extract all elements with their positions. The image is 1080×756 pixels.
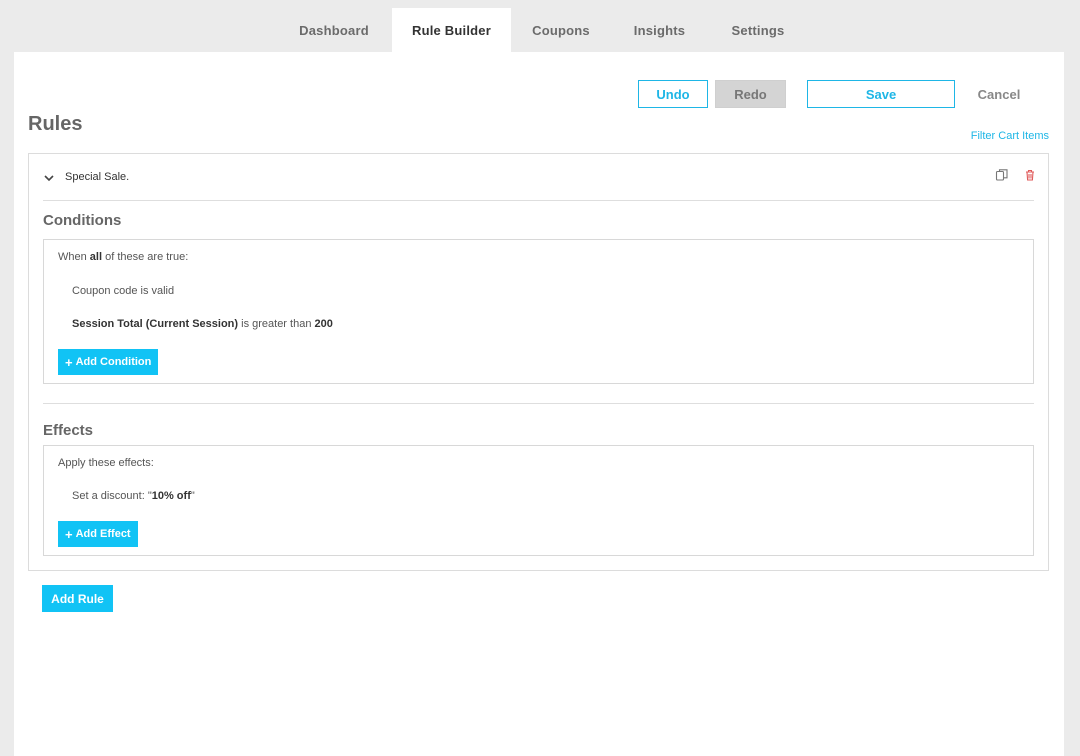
tab-rule-builder[interactable]: Rule Builder xyxy=(392,8,511,52)
effects-title: Effects xyxy=(43,422,94,439)
conditions-box: When all of these are true: Coupon code … xyxy=(43,239,1034,384)
rule-header: Special Sale. xyxy=(29,154,1048,200)
tab-bar: Dashboard Rule Builder Coupons Insights … xyxy=(14,0,1064,52)
tab-insights[interactable]: Insights xyxy=(617,8,702,52)
rule-card: Special Sale. Conditions When all of the… xyxy=(28,153,1049,571)
add-rule-button[interactable]: Add Rule xyxy=(42,585,113,612)
tab-settings[interactable]: Settings xyxy=(714,8,802,52)
app-frame: Dashboard Rule Builder Coupons Insights … xyxy=(14,0,1064,756)
undo-button[interactable]: Undo xyxy=(638,80,708,108)
condition-item[interactable]: Coupon code is valid xyxy=(72,285,174,297)
rule-name: Special Sale. xyxy=(65,171,130,183)
page-title: Rules xyxy=(28,113,83,135)
condition-item[interactable]: Session Total (Current Session) is great… xyxy=(72,318,333,330)
cancel-button[interactable]: Cancel xyxy=(964,80,1034,108)
chevron-down-icon[interactable] xyxy=(43,171,55,183)
conditions-title: Conditions xyxy=(43,212,122,229)
filter-cart-items-link[interactable]: Filter Cart Items xyxy=(971,130,1049,142)
plus-icon: + xyxy=(65,354,73,370)
divider xyxy=(43,200,1034,201)
add-effect-button[interactable]: + Add Effect xyxy=(58,521,138,547)
tab-dashboard[interactable]: Dashboard xyxy=(282,8,386,52)
redo-button[interactable]: Redo xyxy=(715,80,786,108)
divider xyxy=(43,403,1034,404)
add-condition-button[interactable]: + Add Condition xyxy=(58,349,159,375)
effect-item[interactable]: Set a discount: "10% off" xyxy=(72,490,195,502)
effects-intro: Apply these effects: xyxy=(58,457,154,469)
conditions-intro: When all of these are true: xyxy=(58,251,189,263)
copy-icon[interactable] xyxy=(995,168,1009,182)
trash-icon[interactable] xyxy=(1023,168,1037,182)
effects-box: Apply these effects: Set a discount: "10… xyxy=(43,445,1034,556)
save-button[interactable]: Save xyxy=(807,80,955,108)
tab-coupons[interactable]: Coupons xyxy=(516,8,606,52)
plus-icon: + xyxy=(65,526,73,542)
